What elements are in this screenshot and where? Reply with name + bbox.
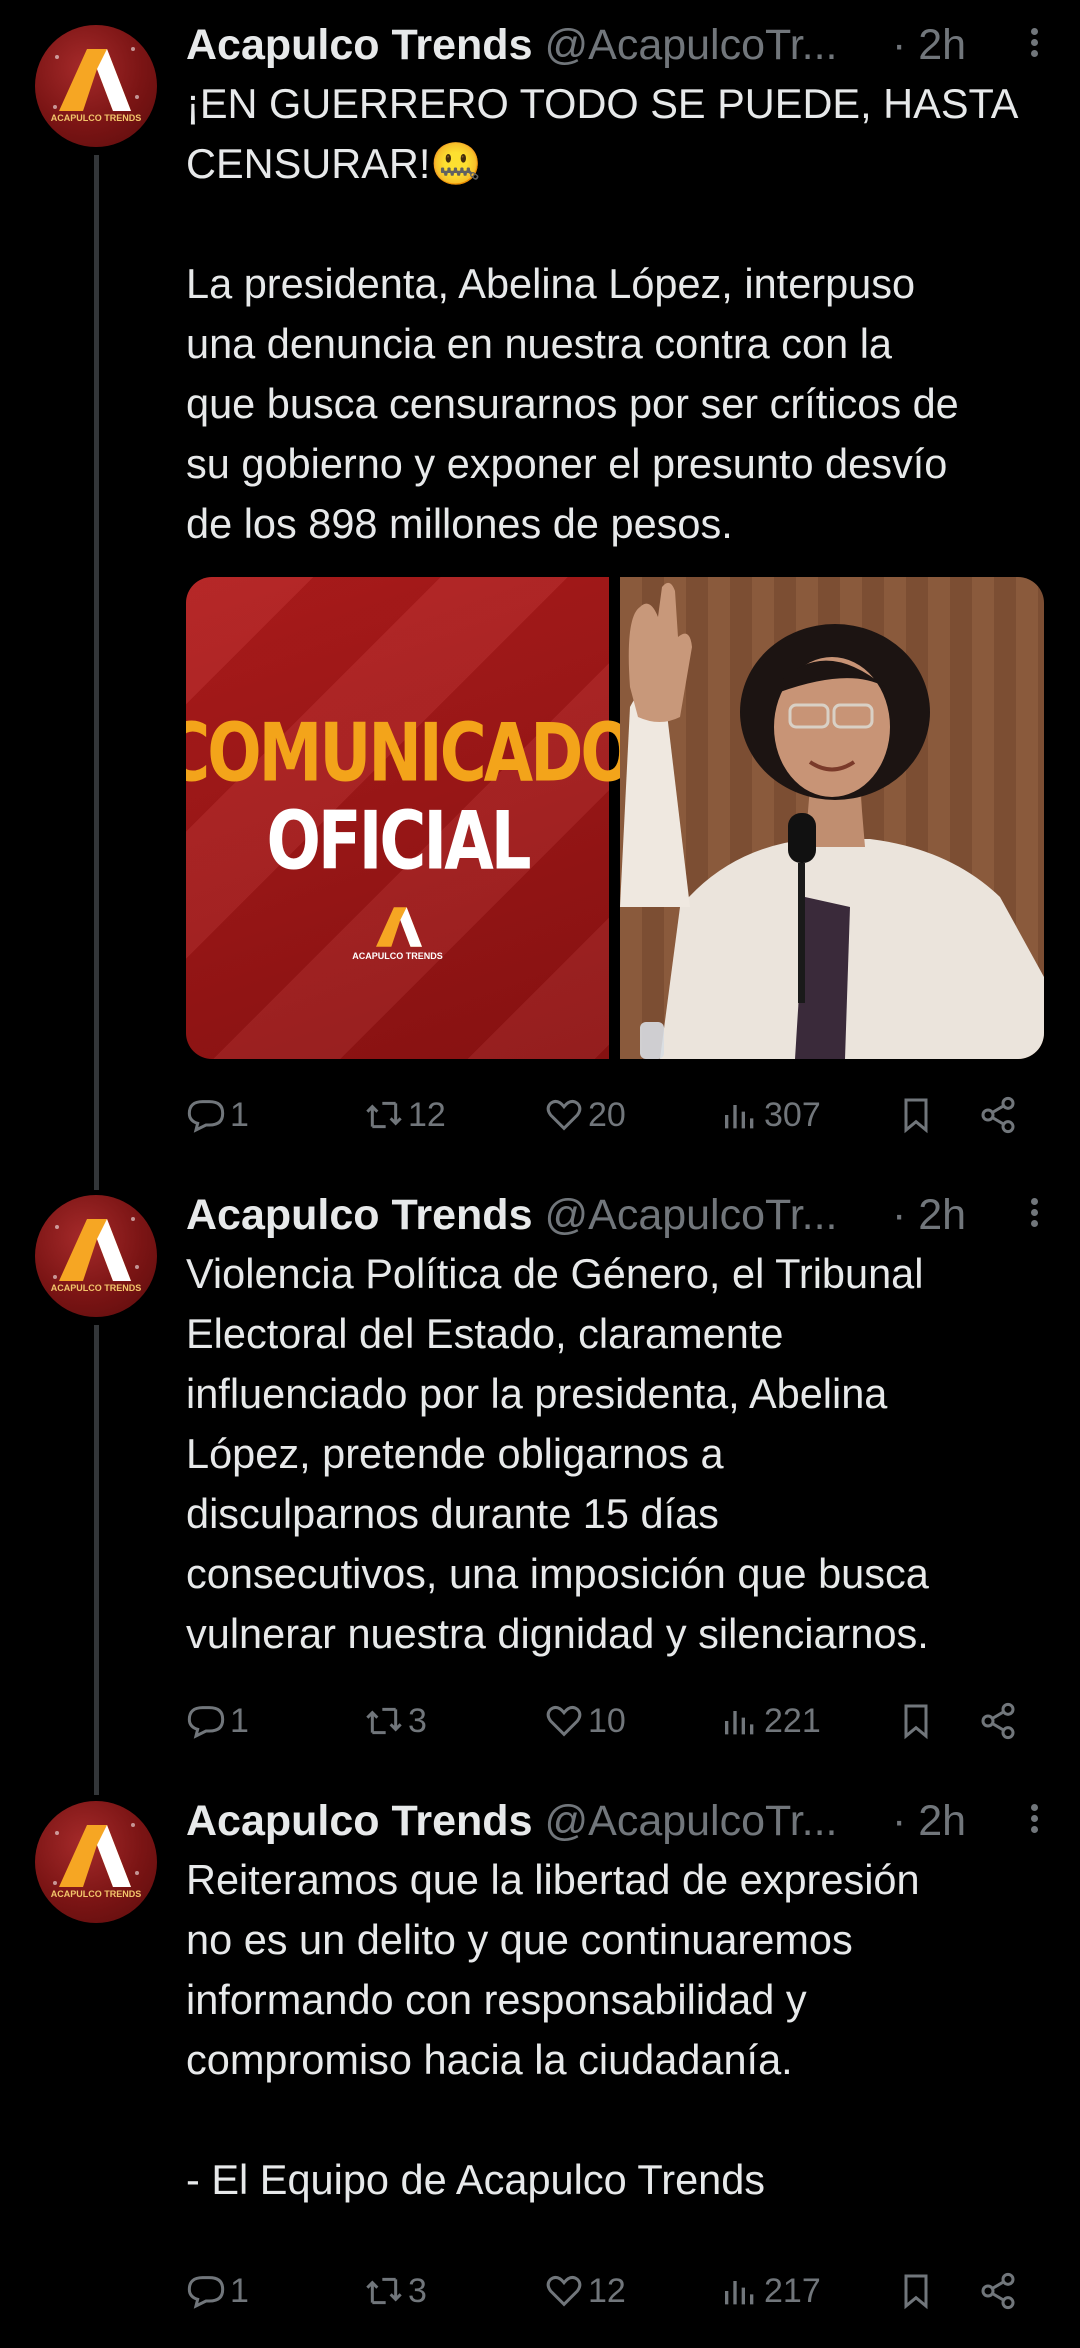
share-button[interactable] (978, 1696, 1018, 1746)
heart-icon (546, 1099, 582, 1131)
views-count: 217 (764, 2271, 821, 2310)
like-count: 20 (588, 1095, 626, 1134)
share-button[interactable] (978, 1090, 1018, 1140)
views-button[interactable]: 307 (720, 1090, 821, 1140)
media-image-comunicado[interactable]: COMUNICADO OFICIAL ACAPULCO TRENDS (186, 577, 635, 1059)
tweet-actions: 1 3 10 221 (186, 1696, 1046, 1746)
bookmark-button[interactable] (896, 1090, 936, 1140)
more-options-icon[interactable] (1014, 1802, 1054, 1842)
repost-icon (366, 1707, 402, 1735)
heart-icon (546, 1705, 582, 1737)
repost-count: 3 (408, 2271, 427, 2310)
display-name[interactable]: Acapulco Trends (186, 1191, 532, 1240)
display-name[interactable]: Acapulco Trends (186, 21, 532, 70)
views-button[interactable]: 221 (720, 1696, 821, 1746)
media-logo-text: ACAPULCO TRENDS (352, 951, 443, 961)
repost-button[interactable]: 3 (364, 2266, 427, 2316)
reply-button[interactable]: 1 (186, 2266, 249, 2316)
repost-icon (366, 1101, 402, 1129)
thread: ACAPULCO TRENDS Acapulco Trends @Acapulc… (0, 0, 1080, 2348)
reply-count: 1 (230, 1701, 249, 1740)
views-button[interactable]: 217 (720, 2266, 821, 2316)
reply-icon (187, 2276, 225, 2309)
media-image-photo[interactable] (620, 577, 1044, 1059)
avatar[interactable]: ACAPULCO TRENDS (35, 1195, 157, 1317)
avatar-logo-text: ACAPULCO TRENDS (50, 113, 142, 123)
avatar-logo-text: ACAPULCO TRENDS (50, 1889, 142, 1899)
bookmark-button[interactable] (896, 1696, 936, 1746)
share-icon (981, 2272, 1015, 2310)
tweet-header: Acapulco Trends @AcapulcoTr... · 2h (186, 1191, 1046, 1240)
views-count: 307 (764, 1095, 821, 1134)
repost-button[interactable]: 3 (364, 1696, 427, 1746)
views-icon (725, 2281, 754, 2305)
reply-icon (187, 1706, 225, 1739)
more-options-icon[interactable] (1014, 1196, 1054, 1236)
timestamp[interactable]: · 2h (892, 21, 966, 70)
views-count: 221 (764, 1701, 821, 1740)
share-button[interactable] (978, 2266, 1018, 2316)
tweet-text: Violencia Política de Género, el Tribuna… (186, 1250, 929, 1657)
tweet-header: Acapulco Trends @AcapulcoTr... · 2h (186, 1797, 1046, 1846)
reply-button[interactable]: 1 (186, 1696, 249, 1746)
acapulco-trends-logo-icon (59, 1219, 131, 1281)
bookmark-icon (904, 2274, 928, 2310)
user-handle[interactable]: @AcapulcoTr... (544, 1797, 837, 1846)
like-button[interactable]: 10 (544, 1696, 626, 1746)
reply-count: 1 (230, 1095, 249, 1134)
reply-icon (187, 1100, 225, 1133)
tweet[interactable]: ACAPULCO TRENDS Acapulco Trends @Acapulc… (0, 1170, 1080, 1760)
tweet-text: ¡EN GUERRERO TODO SE PUEDE, HASTA CENSUR… (186, 80, 1019, 547)
acapulco-trends-logo-icon (59, 49, 131, 111)
portrait-illustration (620, 582, 1044, 1059)
timestamp[interactable]: · 2h (892, 1191, 966, 1240)
share-icon (981, 1702, 1015, 1740)
repost-count: 12 (408, 1095, 446, 1134)
tweet[interactable]: ACAPULCO TRENDS Acapulco Trends @Acapulc… (0, 1776, 1080, 2348)
timestamp[interactable]: · 2h (892, 1797, 966, 1846)
avatar[interactable]: ACAPULCO TRENDS (35, 1801, 157, 1923)
user-handle[interactable]: @AcapulcoTr... (544, 21, 837, 70)
reply-count: 1 (230, 2271, 249, 2310)
tweet-media[interactable]: COMUNICADO OFICIAL ACAPULCO TRENDS (186, 577, 1044, 1059)
bookmark-icon (904, 1704, 928, 1740)
tweet-header: Acapulco Trends @AcapulcoTr... · 2h (186, 21, 1046, 70)
more-options-icon[interactable] (1014, 26, 1054, 66)
tweet[interactable]: ACAPULCO TRENDS Acapulco Trends @Acapulc… (0, 0, 1080, 1180)
like-button[interactable]: 20 (544, 1090, 626, 1140)
tweet-actions: 1 3 12 217 (186, 2266, 1046, 2316)
acapulco-trends-logo-icon (59, 1825, 131, 1887)
avatar-logo-text: ACAPULCO TRENDS (50, 1283, 142, 1293)
heart-icon (546, 2275, 582, 2307)
display-name[interactable]: Acapulco Trends (186, 1797, 532, 1846)
user-handle[interactable]: @AcapulcoTr... (544, 1191, 837, 1240)
repost-count: 3 (408, 1701, 427, 1740)
like-button[interactable]: 12 (544, 2266, 626, 2316)
bookmark-button[interactable] (896, 2266, 936, 2316)
media-headline: COMUNICADO (186, 707, 635, 801)
avatar[interactable]: ACAPULCO TRENDS (35, 25, 157, 147)
repost-button[interactable]: 12 (364, 1090, 446, 1140)
share-icon (981, 1096, 1015, 1134)
views-icon (725, 1105, 754, 1129)
bookmark-icon (904, 1098, 928, 1134)
repost-icon (366, 2277, 402, 2305)
views-icon (725, 1711, 754, 1735)
like-count: 10 (588, 1701, 626, 1740)
reply-button[interactable]: 1 (186, 1090, 249, 1140)
media-logo-icon (376, 907, 422, 947)
tweet-text: Reiteramos que la libertad de expresión … (186, 1856, 920, 2203)
like-count: 12 (588, 2271, 626, 2310)
media-subheadline: OFICIAL (266, 795, 531, 889)
tweet-actions: 1 12 20 307 (186, 1090, 1046, 1140)
